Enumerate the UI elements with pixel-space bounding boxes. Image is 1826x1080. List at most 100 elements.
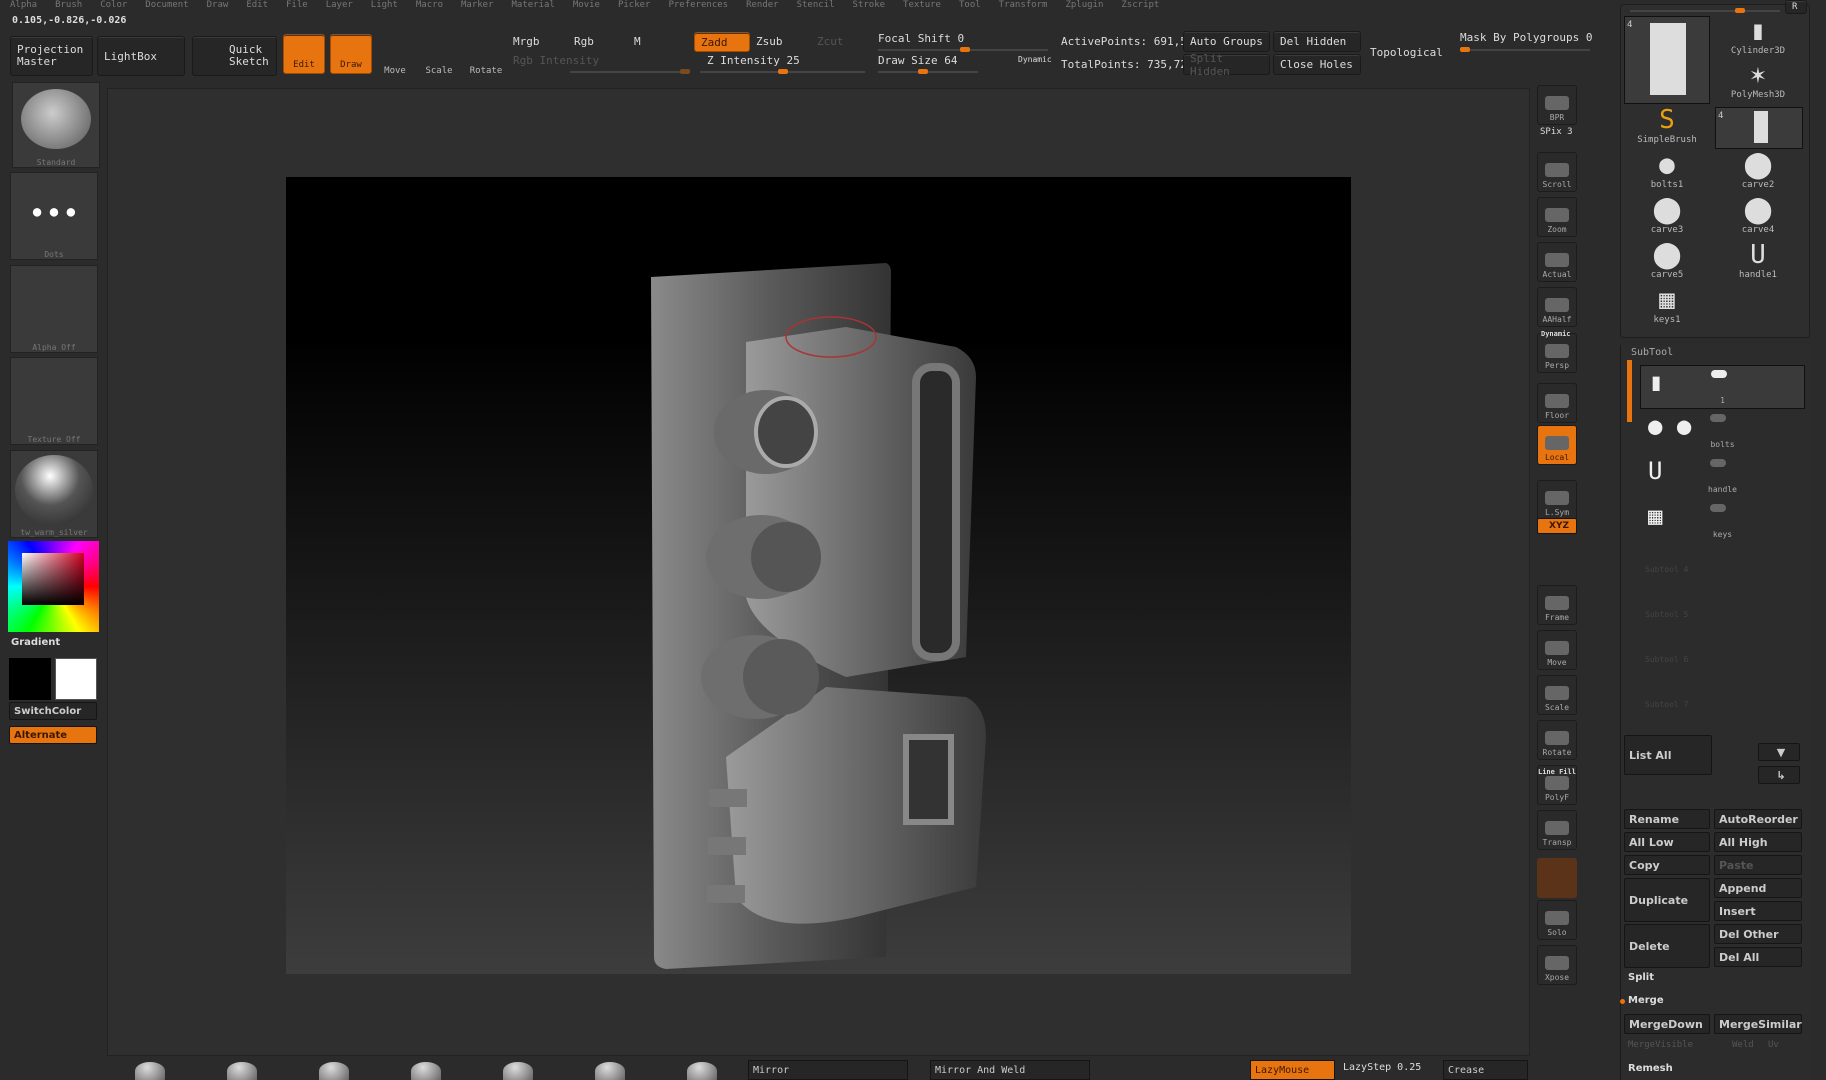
insert-button[interactable]: Insert — [1714, 901, 1802, 921]
shelf-transp-button[interactable]: Transp — [1537, 810, 1577, 850]
rgb-intensity-track[interactable] — [570, 69, 690, 74]
menu-stroke[interactable]: Stroke — [853, 0, 886, 12]
zadd-button[interactable]: Zadd — [694, 32, 750, 52]
brush-thumbnail[interactable]: Standard — [12, 82, 100, 168]
shelf-frame-button[interactable]: Frame — [1537, 585, 1577, 625]
append-button[interactable]: Append — [1714, 878, 1802, 898]
menu-movie[interactable]: Movie — [573, 0, 600, 12]
menu-render[interactable]: Render — [746, 0, 779, 12]
menu-macro[interactable]: Macro — [416, 0, 443, 12]
color-picker[interactable] — [8, 541, 99, 632]
del-all-button[interactable]: Del All — [1714, 947, 1802, 967]
merge-similar-button[interactable]: MergeSimilar — [1714, 1014, 1802, 1034]
menu-file[interactable]: File — [286, 0, 308, 12]
tool-item-carve5[interactable]: ⬤ carve5 — [1627, 240, 1707, 280]
zcut-button[interactable]: Zcut — [817, 35, 844, 48]
shelf-bpr-button[interactable]: BPR — [1537, 85, 1577, 125]
shelf-l-sym-button[interactable]: L.Sym — [1537, 480, 1577, 520]
menu-document[interactable]: Document — [145, 0, 188, 12]
lazy-step-slider[interactable]: LazyStep 0.25 — [1343, 1062, 1421, 1073]
m-button[interactable]: M — [634, 35, 641, 48]
tool-item-carve4[interactable]: ⬤ carve4 — [1718, 195, 1798, 235]
move-down-arrow-button[interactable]: ▼ — [1758, 743, 1800, 761]
focal-shift-track[interactable] — [878, 47, 1048, 52]
scale-button[interactable]: Scale — [418, 34, 460, 76]
mirror-button[interactable]: Mirror — [748, 1060, 908, 1080]
shelf-floor-button[interactable]: Floor — [1537, 383, 1577, 423]
lightbox-button[interactable]: LightBox — [97, 36, 185, 76]
menu-picker[interactable]: Picker — [618, 0, 651, 12]
stroke-thumbnail[interactable]: ● ● ● Dots — [10, 172, 98, 260]
menu-preferences[interactable]: Preferences — [668, 0, 728, 12]
dynamic-solo-button[interactable] — [1537, 858, 1577, 898]
subtool-item[interactable]: ● ● bolts — [1640, 410, 1805, 454]
move-to-bottom-arrow-button[interactable]: ↳ — [1758, 766, 1800, 784]
shelf-aahalf-button[interactable]: AAHalf — [1537, 287, 1577, 327]
all-high-button[interactable]: All High — [1714, 832, 1802, 852]
menu-draw[interactable]: Draw — [207, 0, 229, 12]
bottom-brush-icon[interactable] — [687, 1062, 717, 1080]
close-holes-button[interactable]: Close Holes — [1273, 54, 1361, 75]
paste-button[interactable]: Paste — [1714, 855, 1802, 875]
tool-item-cylinder3d[interactable]: ▮ Cylinder3D — [1718, 16, 1798, 56]
menu-material[interactable]: Material — [512, 0, 555, 12]
focal-shift-slider[interactable]: Focal Shift 0 — [878, 32, 964, 45]
r-button[interactable]: R — [1785, 0, 1807, 14]
delete-button[interactable]: Delete — [1624, 924, 1710, 968]
move-button[interactable]: Move — [374, 34, 416, 76]
z-intensity-slider[interactable]: Z Intensity 25 — [707, 54, 800, 67]
color-saturation-square[interactable] — [22, 553, 84, 605]
merge-down-button[interactable]: MergeDown — [1624, 1014, 1710, 1034]
gradient-toggle[interactable]: Gradient — [11, 637, 60, 648]
menu-layer[interactable]: Layer — [326, 0, 353, 12]
shelf-scale-button[interactable]: Scale — [1537, 675, 1577, 715]
bottom-brush-icon[interactable] — [595, 1062, 625, 1080]
switch-color-button[interactable]: SwitchColor — [9, 702, 97, 720]
rgb-button[interactable]: Rgb — [574, 35, 594, 48]
projection-master-button[interactable]: Projection Master — [10, 36, 93, 76]
mask-by-polygroups-track[interactable] — [1460, 47, 1590, 52]
visibility-toggle[interactable] — [1711, 370, 1727, 378]
visibility-toggle[interactable] — [1710, 414, 1726, 422]
mirror-and-weld-button[interactable]: Mirror And Weld — [930, 1060, 1090, 1080]
menu-transform[interactable]: Transform — [999, 0, 1048, 12]
visibility-toggle[interactable] — [1710, 459, 1726, 467]
shelf-actual-button[interactable]: Actual — [1537, 242, 1577, 282]
copy-button[interactable]: Copy — [1624, 855, 1710, 875]
topological-toggle[interactable]: Topological — [1370, 46, 1443, 59]
uv-button[interactable]: Uv — [1768, 1040, 1779, 1050]
duplicate-button[interactable]: Duplicate — [1624, 878, 1710, 922]
lazy-mouse-button[interactable]: LazyMouse — [1250, 1060, 1335, 1080]
split-hidden-button[interactable]: Split Hidden — [1183, 52, 1270, 78]
rotate-button[interactable]: Rotate — [465, 34, 507, 76]
zsub-button[interactable]: Zsub — [756, 35, 783, 48]
menu-zscript[interactable]: Zscript — [1121, 0, 1159, 12]
subtool-scrollbar[interactable] — [1627, 360, 1632, 422]
subtool-item[interactable]: ▦ keys — [1640, 500, 1805, 544]
mrgb-button[interactable]: Mrgb — [513, 35, 540, 48]
shelf-spix-3[interactable]: SPix 3 — [1540, 127, 1573, 137]
split-section[interactable]: Split — [1628, 972, 1654, 983]
bottom-brush-icon[interactable] — [135, 1062, 165, 1080]
rgb-intensity-slider[interactable]: Rgb Intensity — [513, 54, 599, 67]
rename-button[interactable]: Rename — [1624, 809, 1710, 829]
alpha-thumbnail[interactable]: Alpha Off — [10, 265, 98, 353]
current-tool-thumbnail[interactable]: 4 — [1624, 16, 1710, 104]
menu-zplugin[interactable]: Zplugin — [1065, 0, 1103, 12]
auto-reorder-button[interactable]: AutoReorder — [1714, 809, 1802, 829]
bottom-brush-icon[interactable] — [411, 1062, 441, 1080]
menu-color[interactable]: Color — [100, 0, 127, 12]
tool-item-handle1[interactable]: Uhandle1 — [1718, 240, 1798, 280]
mask-by-polygroups-slider[interactable]: Mask By Polygroups 0 — [1460, 31, 1592, 44]
shelf-zoom-button[interactable]: Zoom — [1537, 197, 1577, 237]
remesh-section[interactable]: Remesh — [1628, 1063, 1673, 1074]
menu-stencil[interactable]: Stencil — [797, 0, 835, 12]
dynamic-toggle[interactable]: Dynamic — [1018, 55, 1052, 64]
tool-item-polymesh3d[interactable]: ✶ PolyMesh3D — [1718, 60, 1798, 100]
menu-texture[interactable]: Texture — [903, 0, 941, 12]
tool-item-carve3[interactable]: ⬤ carve3 — [1627, 195, 1707, 235]
recent-tool-thumbnail[interactable]: 4 — [1715, 107, 1803, 149]
document-canvas[interactable] — [286, 177, 1351, 974]
crease-button[interactable]: Crease — [1443, 1060, 1528, 1080]
merge-section[interactable]: Merge — [1628, 995, 1664, 1006]
